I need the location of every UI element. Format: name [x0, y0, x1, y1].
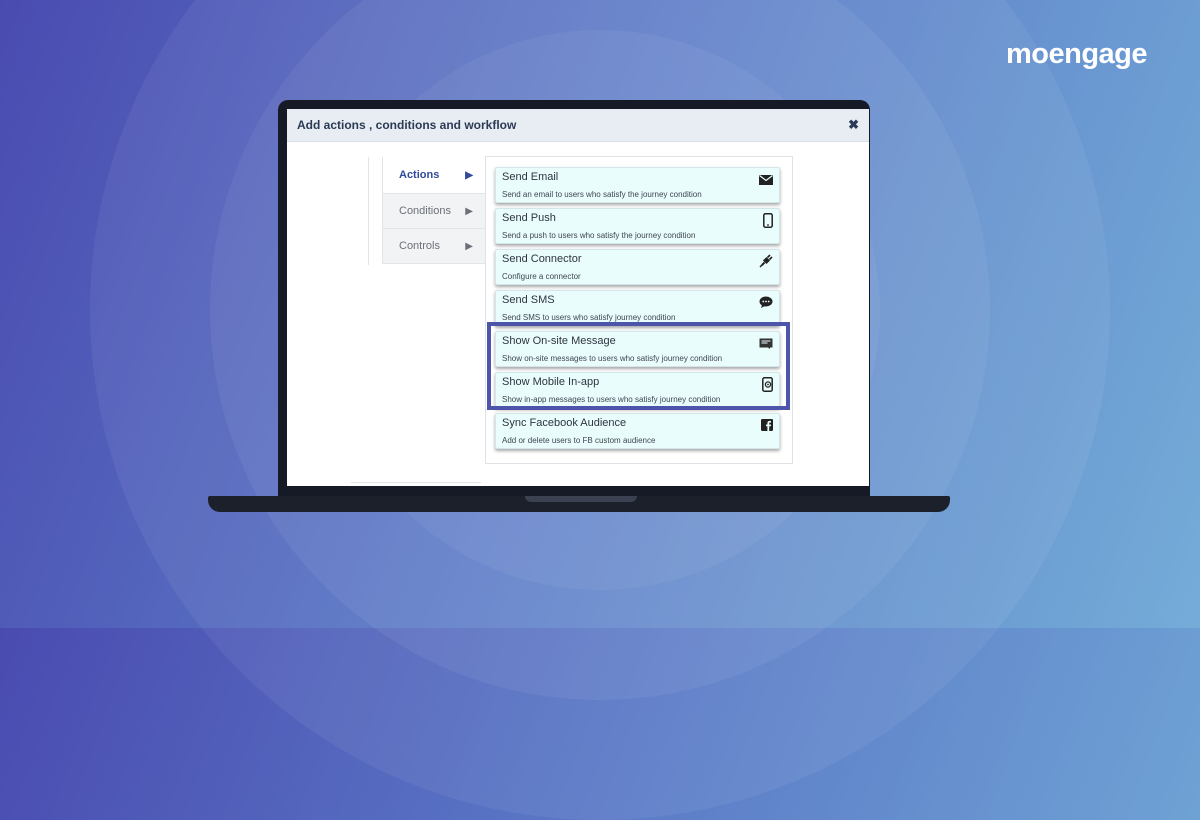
action-show-onsite-message[interactable]: Show On-site Message Show on-site messag…: [495, 331, 780, 367]
modal-header: Add actions , conditions and workflow ✖: [287, 109, 869, 142]
action-send-email[interactable]: Send Email Send an email to users who sa…: [495, 167, 780, 203]
action-title: Show Mobile In-app: [502, 376, 600, 388]
facebook-icon: [761, 418, 773, 436]
action-show-mobile-inapp[interactable]: Show Mobile In-app Show in-app messages …: [495, 372, 780, 408]
chat-bubble-icon: [759, 295, 773, 313]
close-icon[interactable]: ✖: [848, 117, 859, 133]
action-send-sms[interactable]: Send SMS Send SMS to users who satisfy j…: [495, 290, 780, 326]
tab-label: Controls: [399, 240, 440, 252]
divider: [368, 157, 369, 265]
action-description: Send a push to users who satisfy the jou…: [502, 231, 696, 240]
action-description: Send an email to users who satisfy the j…: [502, 190, 702, 199]
action-title: Show On-site Message: [502, 335, 616, 347]
category-menu: Actions ▶ Conditions ▶ Controls ▶: [382, 157, 488, 264]
arrow-right-icon: ▶: [465, 240, 473, 252]
mobile-inapp-icon: [762, 377, 773, 397]
action-title: Send Push: [502, 212, 556, 224]
mobile-phone-icon: [763, 213, 773, 233]
tab-actions[interactable]: Actions ▶: [383, 157, 487, 194]
action-description: Show on-site messages to users who satis…: [502, 354, 723, 363]
action-title: Send Connector: [502, 253, 582, 265]
action-title: Send SMS: [502, 294, 555, 306]
action-description: Show in-app messages to users who satisf…: [502, 395, 721, 404]
envelope-icon: [759, 172, 773, 190]
action-sync-facebook-audience[interactable]: Sync Facebook Audience Add or delete use…: [495, 413, 780, 449]
onsite-message-icon: [759, 336, 773, 354]
action-description: Add or delete users to FB custom audienc…: [502, 436, 656, 445]
arrow-right-icon: ▶: [465, 169, 473, 181]
action-title: Sync Facebook Audience: [502, 417, 627, 429]
arrow-right-icon: ▶: [465, 205, 473, 217]
action-description: Send SMS to users who satisfy journey co…: [502, 313, 676, 322]
laptop-screen: Add actions , conditions and workflow ✖ …: [287, 109, 869, 486]
divider: [351, 482, 481, 483]
modal-title: Add actions , conditions and workflow: [297, 118, 517, 132]
plug-icon: [759, 254, 773, 273]
action-send-push[interactable]: Send Push Send a push to users who satis…: [495, 208, 780, 244]
action-send-connector[interactable]: Send Connector Configure a connector: [495, 249, 780, 285]
tab-controls[interactable]: Controls ▶: [383, 229, 487, 264]
laptop-notch: [525, 496, 637, 502]
action-title: Send Email: [502, 171, 559, 183]
moengage-logo: moengage: [1006, 38, 1148, 70]
tab-label: Actions: [399, 169, 440, 181]
tab-label: Conditions: [399, 205, 451, 217]
tab-conditions[interactable]: Conditions ▶: [383, 194, 487, 229]
actions-list: Send Email Send an email to users who sa…: [485, 156, 793, 464]
action-description: Configure a connector: [502, 272, 581, 281]
